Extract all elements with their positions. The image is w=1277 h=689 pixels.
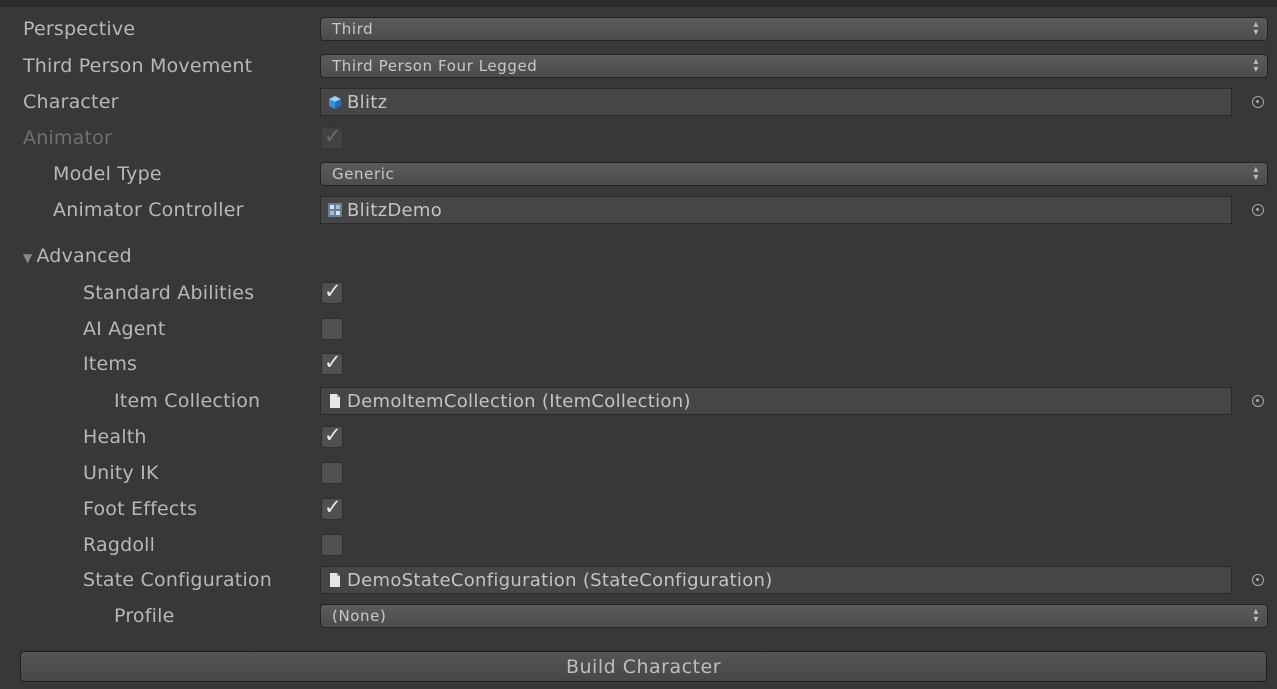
checkmark-icon: ✓ [324,350,342,374]
movement-label: Third Person Movement [23,55,253,77]
state-configuration-object-field[interactable]: DemoStateConfiguration (StateConfigurati… [320,566,1232,594]
item-collection-object-field[interactable]: DemoItemCollection (ItemCollection) [320,387,1232,415]
ragdoll-label: Ragdoll [83,534,156,556]
health-checkbox[interactable]: ✓ [321,423,343,448]
checkmark-icon: ✓ [324,495,342,519]
items-checkbox[interactable]: ✓ [321,350,343,375]
model-type-dropdown[interactable]: Generic ▴ ▾ [320,162,1268,186]
character-builder-panel: Perspective Third ▴ ▾ Third Person Moveme… [0,0,1277,689]
animator-controller-icon [328,203,342,217]
character-row: Character Blitz [0,84,1277,120]
ragdoll-row: Ragdoll [0,527,1277,563]
animator-controller-object-field[interactable]: BlitzDemo [320,196,1232,224]
dropdown-arrows-icon: ▴ ▾ [1253,606,1259,625]
standard-abilities-row: Standard Abilities ✓ [0,275,1277,311]
perspective-dropdown[interactable]: Third ▴ ▾ [320,17,1268,41]
character-value: Blitz [347,91,388,113]
health-row: Health ✓ [0,419,1277,455]
health-label: Health [83,426,147,448]
item-collection-row: Item Collection DemoItemCollection (Item… [0,383,1277,419]
object-picker-icon[interactable] [1252,574,1264,586]
movement-dropdown[interactable]: Third Person Four Legged ▴ ▾ [320,54,1268,78]
character-object-field[interactable]: Blitz [320,88,1232,116]
build-character-button[interactable]: Build Character [20,651,1267,682]
profile-row: Profile (None) ▴ ▾ [0,598,1277,634]
animator-row: Animator ✓ [0,120,1277,156]
foldout-triangle-icon: ▼ [23,251,33,265]
foot-effects-label: Foot Effects [83,498,198,520]
animator-checkbox: ✓ [321,124,343,149]
dropdown-arrows-icon: ▴ ▾ [1253,19,1259,38]
state-configuration-value: DemoStateConfiguration (StateConfigurati… [347,569,773,591]
standard-abilities-label: Standard Abilities [83,282,255,304]
animator-controller-label: Animator Controller [53,199,244,221]
perspective-value: Third [332,20,374,38]
item-collection-value: DemoItemCollection (ItemCollection) [347,390,691,412]
profile-dropdown[interactable]: (None) ▴ ▾ [320,604,1268,628]
scriptable-object-icon [330,394,340,408]
animator-controller-value: BlitzDemo [347,199,443,221]
movement-row: Third Person Movement Third Person Four … [0,48,1277,84]
foot-effects-row: Foot Effects ✓ [0,491,1277,527]
checkmark-icon: ✓ [324,423,342,447]
model-type-row: Model Type Generic ▴ ▾ [0,156,1277,192]
profile-value: (None) [332,607,387,625]
object-picker-icon[interactable] [1252,204,1264,216]
items-row: Items ✓ [0,346,1277,382]
unity-ik-checkbox[interactable] [321,462,343,484]
ai-agent-row: AI Agent [0,311,1277,347]
perspective-label: Perspective [23,18,136,40]
dropdown-arrows-icon: ▴ ▾ [1253,164,1259,183]
checkmark-icon: ✓ [324,279,342,303]
ai-agent-checkbox[interactable] [321,318,343,340]
model-type-label: Model Type [53,163,162,185]
state-configuration-label: State Configuration [83,569,272,591]
profile-label: Profile [114,605,175,627]
unity-ik-row: Unity IK [0,455,1277,491]
advanced-foldout-row[interactable]: ▼ Advanced [0,238,1277,274]
item-collection-label: Item Collection [114,390,261,412]
object-picker-icon[interactable] [1252,395,1264,407]
checkmark-icon: ✓ [324,124,342,148]
prefab-cube-icon [329,96,341,109]
movement-value: Third Person Four Legged [332,57,538,75]
character-label: Character [23,91,119,113]
dropdown-arrows-icon: ▴ ▾ [1253,56,1259,75]
perspective-row: Perspective Third ▴ ▾ [0,11,1277,47]
state-configuration-row: State Configuration DemoStateConfigurati… [0,562,1277,598]
object-picker-icon[interactable] [1252,96,1264,108]
advanced-label: Advanced [36,245,132,267]
advanced-foldout[interactable]: ▼ Advanced [23,245,132,267]
animator-label: Animator [23,127,112,149]
ragdoll-checkbox[interactable] [321,534,343,556]
standard-abilities-checkbox[interactable]: ✓ [321,279,343,304]
model-type-value: Generic [332,165,395,183]
items-label: Items [83,353,138,375]
foot-effects-checkbox[interactable]: ✓ [321,495,343,520]
ai-agent-label: AI Agent [83,318,166,340]
unity-ik-label: Unity IK [83,462,159,484]
panel-top-border [0,0,1277,7]
scriptable-object-icon [330,573,340,587]
animator-controller-row: Animator Controller BlitzDemo [0,192,1277,228]
